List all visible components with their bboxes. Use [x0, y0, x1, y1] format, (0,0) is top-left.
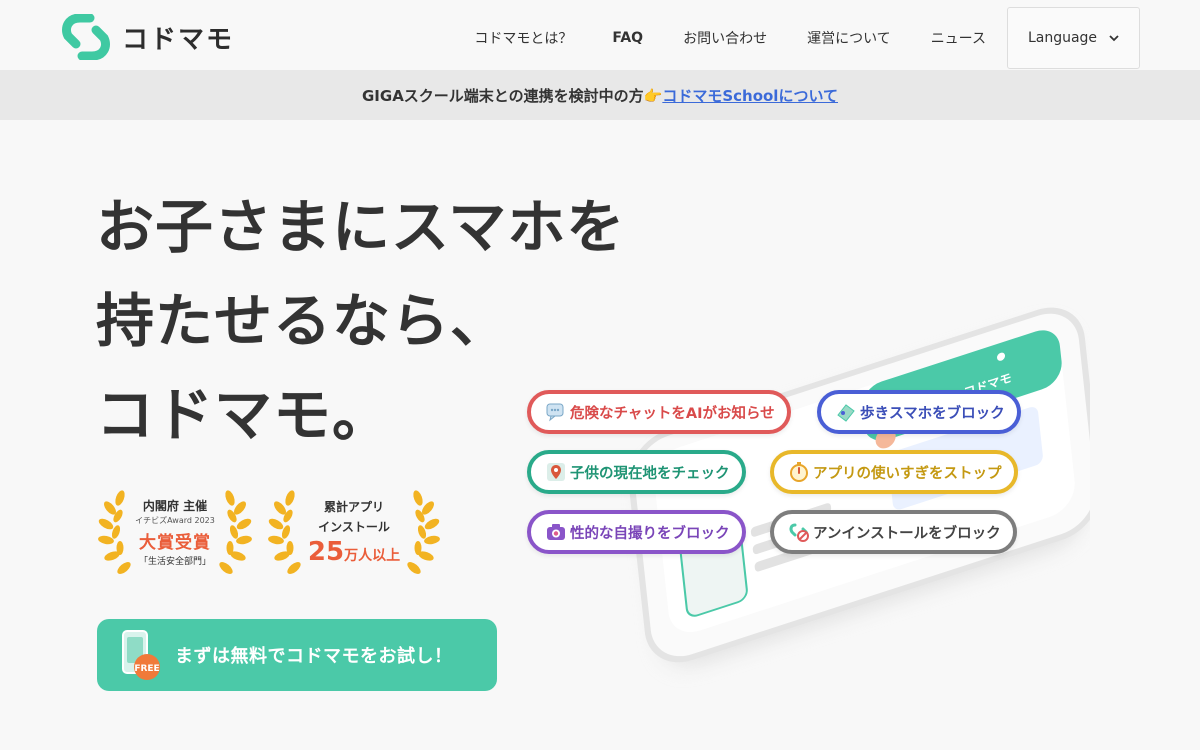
- banner-link[interactable]: コドマモSchoolについて: [662, 85, 838, 106]
- award2-sublabel: インストール: [318, 519, 390, 534]
- nav-company[interactable]: 運営について: [787, 28, 911, 48]
- site-header: コドマモ コドマモとは？ FAQ お問い合わせ 運営について ニュース Lang…: [0, 0, 1200, 70]
- hero-line-1: お子さまにスマホを: [96, 193, 626, 261]
- feature-app-limit-label: アプリの使いすぎをストップ: [813, 465, 1002, 482]
- feature-app-limit: アプリの使いすぎをストップ: [770, 450, 1018, 494]
- banner-text: GIGAスクール端末との連携を検討中の方👉: [361, 86, 663, 105]
- nav-about[interactable]: コドマモとは？: [454, 28, 592, 48]
- free-trial-button[interactable]: FREE まずは無料でコドマモをお試し！: [97, 619, 497, 691]
- logo-text: コドマモ: [122, 24, 235, 55]
- nav-contact[interactable]: お問い合わせ: [663, 28, 787, 48]
- nav-news[interactable]: ニュース: [911, 28, 1006, 48]
- feature-selfie-block-label: 性的な自撮りをブロック: [570, 525, 730, 542]
- free-trial-label: まずは無料でコドマモをお試し！: [175, 646, 453, 667]
- award1-category: 「生活安全部門」: [138, 557, 211, 567]
- award1-organizer: 内閣府 主催: [142, 499, 208, 513]
- camera-icon: [547, 524, 565, 540]
- feature-walking-block: 歩きスマホをブロック: [817, 390, 1021, 434]
- feature-uninstall-block-label: アンインストールをブロック: [813, 525, 1001, 542]
- feature-walking-block-label: 歩きスマホをブロック: [860, 405, 1005, 422]
- uninstall-block-icon: [789, 523, 809, 542]
- chat-bubble-icon: [546, 403, 564, 422]
- feature-selfie-block: 性的な自撮りをブロック: [527, 510, 746, 554]
- feature-chat-alert-label: 危険なチャットをAIがお知らせ: [570, 405, 775, 422]
- map-pin-icon: [547, 463, 565, 481]
- chevron-down-icon: [1109, 34, 1119, 41]
- free-phone-icon: FREE: [122, 630, 160, 680]
- feature-location-check-label: 子供の現在地をチェック: [570, 465, 730, 482]
- giga-school-banner: GIGAスクール端末との連携を検討中の方👉 コドマモSchoolについて: [0, 70, 1200, 120]
- kodomamo-logo-icon: [62, 14, 110, 60]
- feature-chat-alert: 危険なチャットをAIがお知らせ: [527, 390, 791, 434]
- walking-phone-icon: [837, 404, 855, 422]
- stopwatch-icon: [790, 462, 808, 482]
- phone-mockup: コドマモ: [628, 307, 1090, 666]
- free-badge-text: FREE: [134, 664, 159, 674]
- feature-uninstall-block: アンインストールをブロック: [770, 510, 1017, 554]
- award2-unit: 万人以上: [344, 547, 401, 564]
- award2-number: 25: [307, 536, 345, 567]
- main-nav: コドマモとは？ FAQ お問い合わせ 運営について ニュース Language: [454, 7, 1140, 69]
- language-dropdown[interactable]: Language: [1007, 7, 1140, 69]
- award2-count: 25万人以上: [308, 537, 400, 567]
- nav-faq[interactable]: FAQ: [592, 30, 663, 46]
- site-logo[interactable]: コドマモ: [60, 14, 234, 60]
- award-badge-installs: 累計アプリ インストール 25万人以上: [266, 486, 442, 578]
- award2-label: 累計アプリ: [323, 499, 384, 514]
- language-label: Language: [1027, 30, 1098, 46]
- feature-location-check: 子供の現在地をチェック: [527, 450, 746, 494]
- award1-event: イチビズAward 2023: [135, 516, 215, 525]
- award-badge-ichibiz: 内閣府 主催 イチビズAward 2023 大賞受賞 「生活安全部門」: [96, 486, 254, 578]
- award1-title: 大賞受賞: [139, 533, 211, 553]
